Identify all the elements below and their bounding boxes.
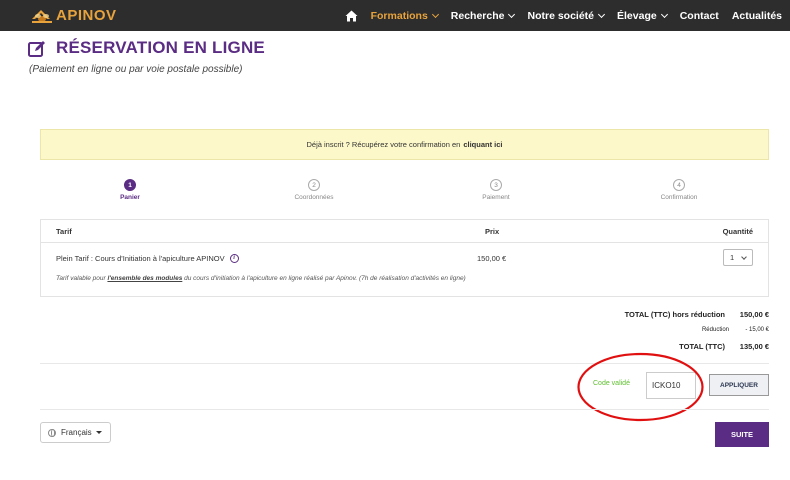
menu-actualites[interactable]: Actualités <box>732 10 782 22</box>
highlight-circle <box>577 352 704 422</box>
main-menu: Formations Recherche Notre société Éleva… <box>345 0 782 31</box>
globe-icon <box>48 428 56 437</box>
logo-text: APINOV <box>56 6 117 24</box>
reduction-label: Réduction <box>701 327 729 333</box>
home-icon[interactable] <box>345 10 358 22</box>
info-icon[interactable]: i <box>229 254 239 263</box>
column-header-prix: Prix <box>485 227 500 236</box>
already-registered-notice: Déjà inscrit ? Récupérez votre confirmat… <box>40 129 769 160</box>
divider <box>40 409 769 410</box>
step-number: 4 <box>673 179 685 191</box>
total-label: TOTAL (TTC) <box>679 342 725 351</box>
top-navbar: APINOV Formations Recherche Notre sociét… <box>0 0 790 31</box>
next-button[interactable]: SUITE <box>715 422 769 447</box>
step-label: Paiement <box>482 194 510 201</box>
reduction-value: - 15,00 € <box>745 327 769 333</box>
apinov-logo[interactable]: APINOV <box>31 4 117 26</box>
step-label: Coordonnées <box>294 194 334 201</box>
column-header-tarif: Tarif <box>56 227 72 236</box>
step-number: 3 <box>490 179 502 191</box>
bee-logo-icon <box>32 10 52 23</box>
step-number: 1 <box>124 179 136 191</box>
page-subtitle: (Paiement en ligne ou par voie postale p… <box>29 64 243 75</box>
tariff-note: Tarif valable pour l'ensemble des module… <box>56 275 466 282</box>
language-label: Français <box>61 428 92 437</box>
table-header: Tarif Prix Quantité <box>41 220 768 243</box>
menu-contact[interactable]: Contact <box>680 10 719 22</box>
step-coordonnees: 2 Coordonnées <box>274 179 354 201</box>
step-number: 2 <box>308 179 320 191</box>
step-label: Confirmation <box>660 194 698 201</box>
total-value: 135,00 € <box>739 342 769 351</box>
menu-formations[interactable]: Formations <box>371 10 439 22</box>
tariff-row-label: Plein Tarif : Cours d'Initiation à l'api… <box>56 254 239 263</box>
caret-down-icon <box>95 431 102 434</box>
page-title: RÉSERVATION EN LIGNE <box>56 38 265 57</box>
menu-elevage[interactable]: Élevage <box>617 10 668 22</box>
step-paiement: 3 Paiement <box>456 179 536 201</box>
column-header-quantite: Quantité <box>722 227 753 236</box>
edit-icon <box>28 40 45 57</box>
tariff-price: 150,00 € <box>477 254 507 263</box>
chevron-down-icon <box>431 10 439 18</box>
menu-notre-societe[interactable]: Notre société <box>527 10 606 22</box>
quantity-value: 1 <box>730 253 735 262</box>
chevron-down-icon <box>741 254 747 260</box>
chevron-down-icon <box>597 10 606 18</box>
step-panier: 1 Panier <box>90 179 170 201</box>
tariff-table: Tarif Prix Quantité Plein Tarif : Cours … <box>40 219 769 297</box>
modules-link[interactable]: l'ensemble des modules <box>107 275 182 282</box>
notice-text: Déjà inscrit ? Récupérez votre confirmat… <box>306 140 461 149</box>
page-header: RÉSERVATION EN LIGNE <box>28 38 265 58</box>
step-confirmation: 4 Confirmation <box>639 179 719 201</box>
chevron-down-icon <box>660 10 668 18</box>
step-label: Panier <box>120 194 140 201</box>
quantity-select[interactable]: 1 <box>723 249 753 266</box>
total-before-value: 150,00 € <box>739 310 769 319</box>
total-before-label: TOTAL (TTC) hors réduction <box>624 310 725 319</box>
retrieve-confirmation-link[interactable]: cliquant ici <box>463 140 502 149</box>
menu-recherche[interactable]: Recherche <box>451 10 516 22</box>
apply-promo-button[interactable]: APPLIQUER <box>709 374 769 396</box>
tariff-name: Plein Tarif : Cours d'Initiation à l'api… <box>56 254 225 263</box>
language-selector[interactable]: Français <box>40 422 111 443</box>
chevron-down-icon <box>508 10 516 18</box>
